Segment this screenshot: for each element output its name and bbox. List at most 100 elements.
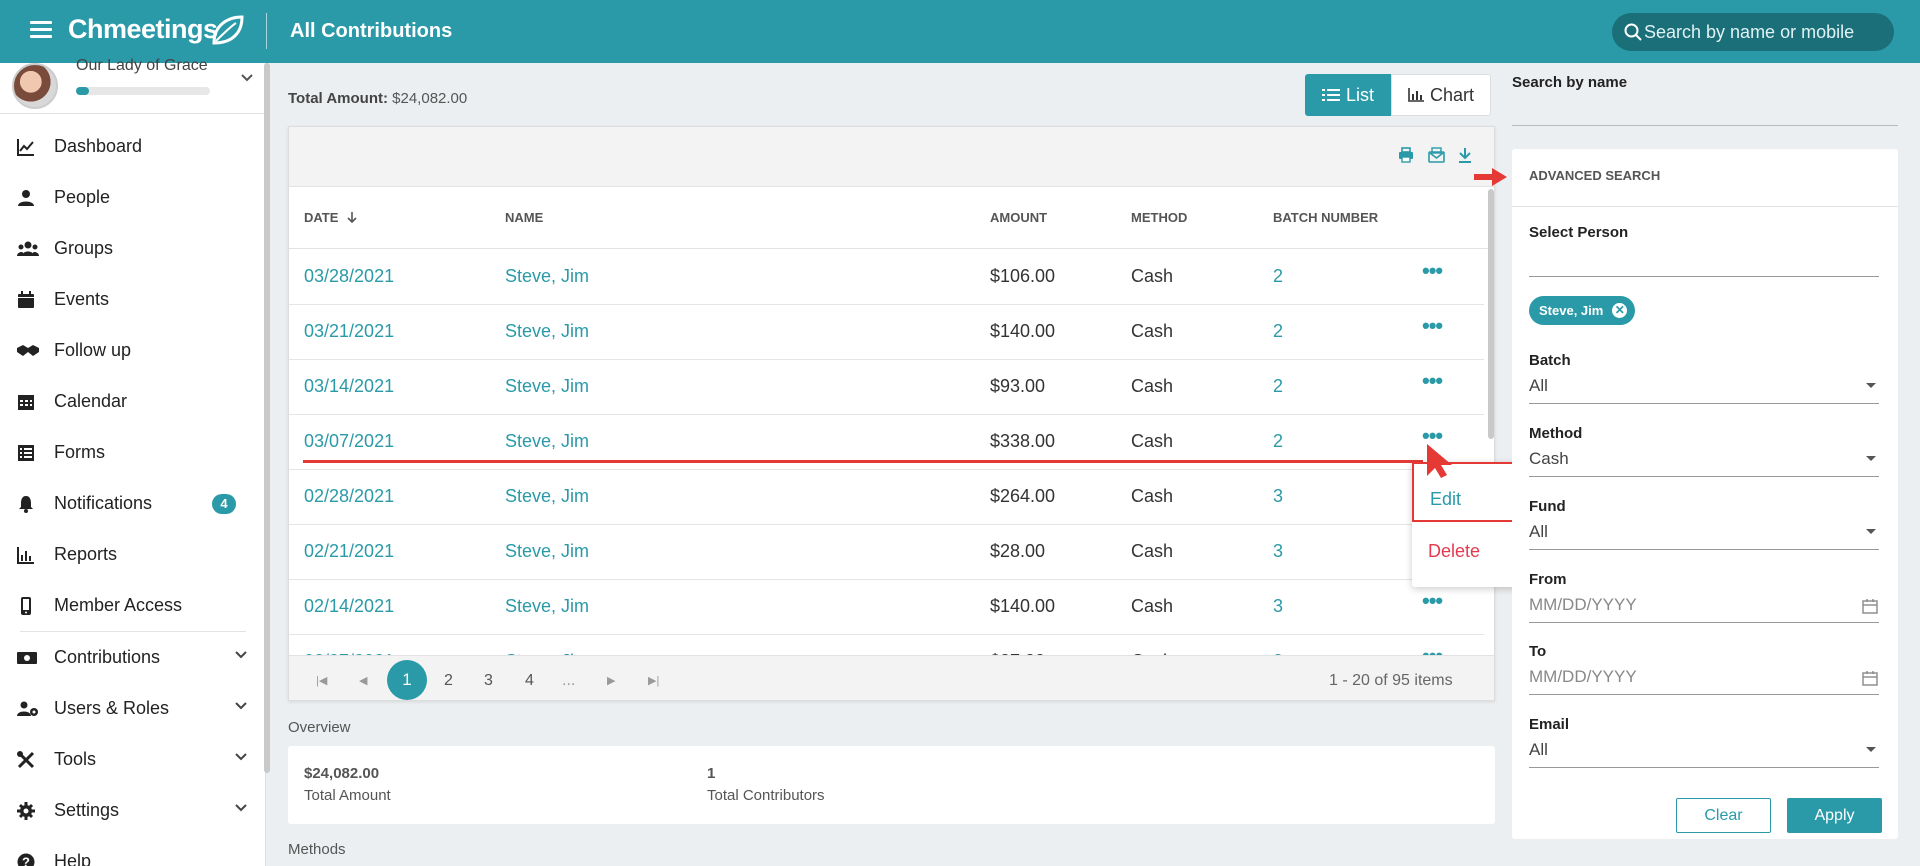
app-logo[interactable]: Chmeetings <box>68 14 218 45</box>
caret-down-icon[interactable] <box>1866 747 1876 752</box>
delete-menu-item[interactable]: Delete <box>1428 541 1480 562</box>
table-row[interactable]: 02/14/2021 Steve, Jim $140.00 Cash 3 ••• <box>289 580 1484 635</box>
list-view-button[interactable]: List <box>1305 74 1392 116</box>
next-page-icon[interactable]: ▶ <box>607 674 615 687</box>
edit-menu-label: Edit <box>1430 489 1462 509</box>
row-name-link[interactable]: Steve, Jim <box>505 596 589 617</box>
first-page-icon[interactable]: |◀ <box>316 674 327 687</box>
chevron-down-icon[interactable] <box>234 752 248 762</box>
row-name-link[interactable]: Steve, Jim <box>505 376 589 397</box>
page-ellipsis[interactable]: ... <box>562 672 575 690</box>
table-row[interactable]: 02/21/2021Steve, Jim$28.00Cash3••• <box>289 525 1484 580</box>
chart-view-button[interactable]: Chart <box>1391 74 1492 116</box>
global-search[interactable] <box>1612 13 1894 51</box>
sidebar-item-dashboard[interactable]: Dashboard <box>0 121 266 172</box>
fund-select[interactable] <box>1529 520 1879 550</box>
calendar-icon <box>17 291 35 309</box>
sidebar-item-contributions[interactable]: Contributions <box>0 632 266 683</box>
download-icon[interactable] <box>1458 147 1472 163</box>
row-name-link[interactable]: Steve, Jim <box>505 266 589 287</box>
row-batch-link[interactable]: 3 <box>1273 486 1283 507</box>
caret-down-icon[interactable] <box>1866 529 1876 534</box>
table-row[interactable]: 02/28/2021Steve, Jim$264.00Cash3••• <box>289 470 1484 525</box>
sidebar-item-events[interactable]: Events <box>0 274 266 325</box>
column-header-date[interactable]: DATE <box>304 210 358 225</box>
chevron-down-icon[interactable] <box>234 650 248 660</box>
sidebar-item-notifications[interactable]: Notifications 4 <box>0 478 266 529</box>
row-date-link[interactable]: 03/28/2021 <box>304 266 394 287</box>
column-header-amount[interactable]: AMOUNT <box>990 210 1047 225</box>
row-name-link[interactable]: Steve, Jim <box>505 486 589 507</box>
prev-page-icon[interactable]: ◀ <box>359 674 367 687</box>
sidebar-item-settings[interactable]: Settings <box>0 785 266 836</box>
chevron-down-icon[interactable] <box>234 803 248 813</box>
chevron-down-icon[interactable] <box>240 73 254 83</box>
apply-button[interactable]: Apply <box>1787 798 1882 833</box>
row-batch-link[interactable]: 2 <box>1273 266 1283 287</box>
sidebar-item-reports[interactable]: Reports <box>0 529 266 580</box>
last-page-icon[interactable]: ▶| <box>648 674 659 687</box>
row-actions-icon[interactable]: ••• <box>1422 313 1443 339</box>
sidebar-item-follow-up[interactable]: Follow up <box>0 325 266 376</box>
sidebar-item-people[interactable]: People <box>0 172 266 223</box>
sidebar-item-label: Notifications <box>54 493 153 513</box>
caret-down-icon[interactable] <box>1866 383 1876 388</box>
row-batch-link[interactable]: 2 <box>1273 431 1283 452</box>
sidebar-scrollbar[interactable] <box>264 63 270 773</box>
row-actions-icon[interactable]: ••• <box>1422 258 1443 284</box>
org-switcher[interactable]: Our Lady of Grace <box>10 57 260 113</box>
row-date-link[interactable]: 02/14/2021 <box>304 596 394 617</box>
page-button-current[interactable]: 1 <box>387 660 427 700</box>
hamburger-menu-icon[interactable] <box>30 21 52 39</box>
sidebar-item-tools[interactable]: Tools <box>0 734 266 785</box>
email-select[interactable] <box>1529 738 1879 768</box>
calendar-icon[interactable] <box>1862 598 1878 614</box>
table-row[interactable]: 03/14/2021 Steve, Jim $93.00 Cash 2 ••• <box>289 360 1484 415</box>
page-button[interactable]: 2 <box>444 672 453 690</box>
row-name-link[interactable]: Steve, Jim <box>505 541 589 562</box>
row-batch-link[interactable]: 3 <box>1273 541 1283 562</box>
caret-down-icon[interactable] <box>1866 456 1876 461</box>
sidebar-item-forms[interactable]: Forms <box>0 427 266 478</box>
clear-button[interactable]: Clear <box>1676 798 1771 833</box>
page-button[interactable]: 3 <box>484 672 493 690</box>
row-date-link[interactable]: 03/21/2021 <box>304 321 394 342</box>
sidebar-item-member-access[interactable]: Member Access <box>0 580 266 631</box>
row-name-link[interactable]: Steve, Jim <box>505 431 589 452</box>
row-batch-link[interactable]: 2 <box>1273 321 1283 342</box>
row-amount: $93.00 <box>990 376 1046 396</box>
row-date-link[interactable]: 02/28/2021 <box>304 486 394 507</box>
row-method: Cash <box>1131 431 1174 451</box>
column-header-name[interactable]: NAME <box>505 210 543 225</box>
sidebar-item-groups[interactable]: Groups <box>0 223 266 274</box>
print-icon[interactable] <box>1398 147 1414 163</box>
row-batch-link[interactable]: 3 <box>1273 596 1283 617</box>
page-button[interactable]: 4 <box>525 672 534 690</box>
row-batch-link[interactable]: 2 <box>1273 376 1283 397</box>
sidebar-item-help[interactable]: ? Help <box>0 836 266 866</box>
method-select[interactable] <box>1529 447 1879 477</box>
sidebar-item-calendar[interactable]: Calendar <box>0 376 266 427</box>
sidebar-item-users-roles[interactable]: Users & Roles <box>0 683 266 734</box>
select-person-input[interactable] <box>1529 247 1879 277</box>
chevron-down-icon[interactable] <box>234 701 248 711</box>
column-header-method[interactable]: METHOD <box>1131 210 1187 225</box>
table-row[interactable]: 03/28/2021 Steve, Jim $106.00 Cash 2 ••• <box>289 250 1484 305</box>
row-date-link[interactable]: 03/14/2021 <box>304 376 394 397</box>
email-icon[interactable] <box>1428 147 1445 163</box>
batch-select[interactable] <box>1529 374 1879 404</box>
remove-chip-icon[interactable]: ✕ <box>1612 303 1628 318</box>
row-date-link[interactable]: 02/21/2021 <box>304 541 394 562</box>
row-date-link[interactable]: 03/07/2021 <box>304 431 394 452</box>
global-search-input[interactable] <box>1644 13 1884 51</box>
calendar-icon[interactable] <box>1862 670 1878 686</box>
table-row[interactable]: 03/21/2021 Steve, Jim $140.00 Cash 2 ••• <box>289 305 1484 360</box>
row-amount: $140.00 <box>990 596 1056 616</box>
row-actions-icon[interactable]: ••• <box>1422 368 1443 394</box>
column-header-batch[interactable]: BATCH NUMBER <box>1273 210 1378 225</box>
row-name-link[interactable]: Steve, Jim <box>505 321 589 342</box>
grid-scrollbar[interactable] <box>1488 189 1494 439</box>
search-by-name-input[interactable] <box>1512 98 1898 126</box>
row-actions-icon[interactable]: ••• <box>1422 588 1443 614</box>
sidebar-item-label: Events <box>54 289 110 309</box>
